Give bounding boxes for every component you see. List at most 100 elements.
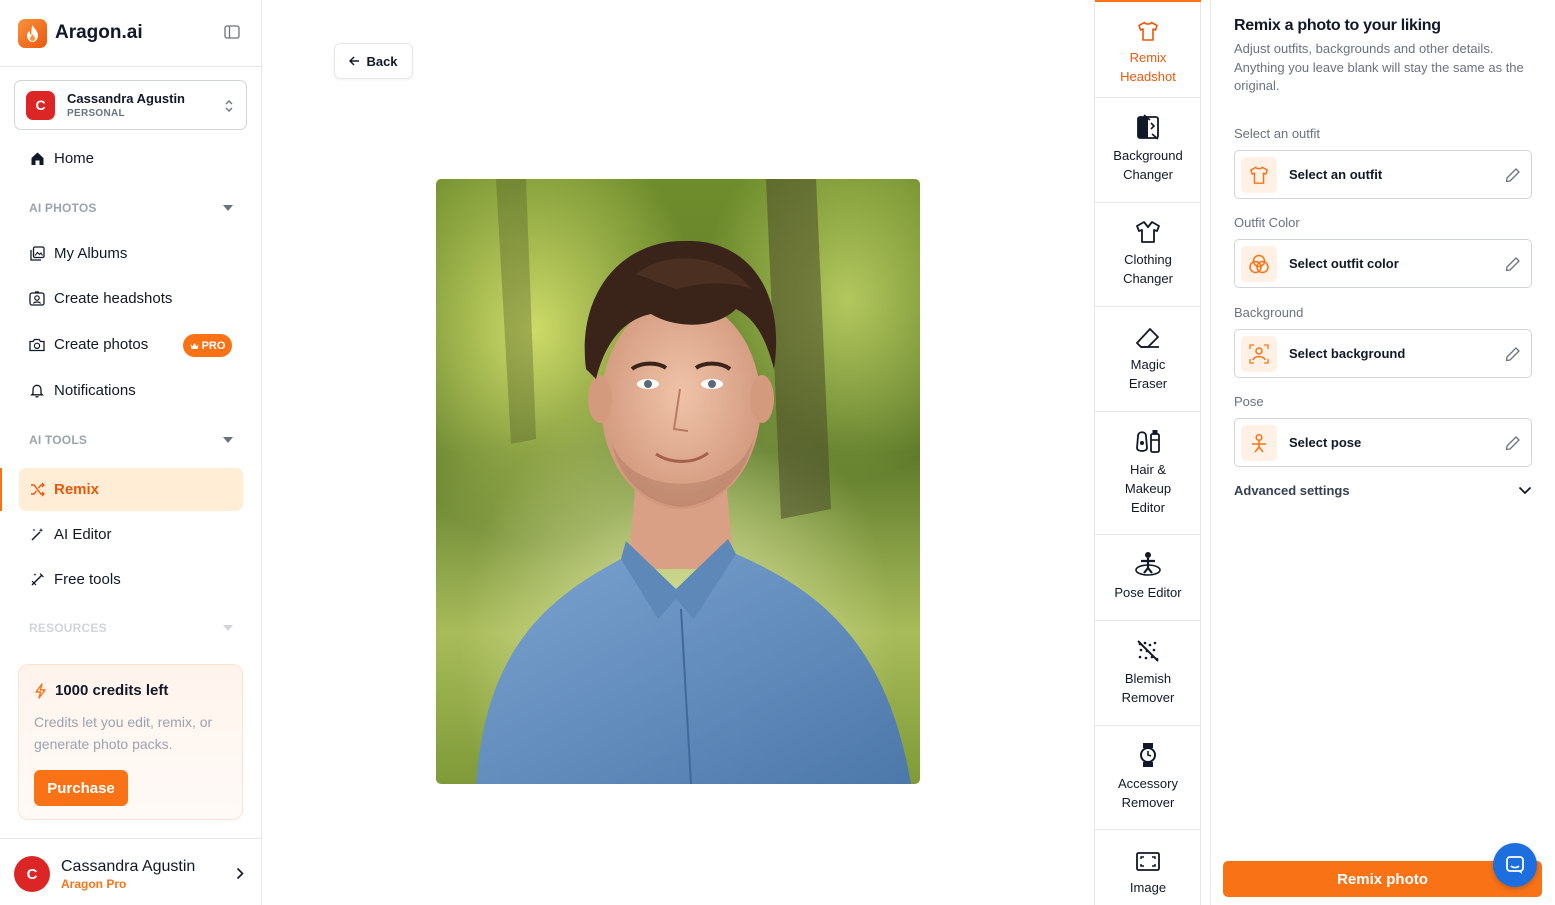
tool-hair-makeup-editor[interactable]: Hair & Makeup Editor bbox=[1095, 412, 1201, 535]
sidebar-item-label: Home bbox=[54, 149, 95, 167]
eraser-icon bbox=[1135, 323, 1161, 349]
pose-select[interactable]: Select pose bbox=[1234, 418, 1532, 467]
tools-icon bbox=[29, 571, 45, 587]
outfit-color-value: Select outfit color bbox=[1289, 256, 1399, 271]
tool-label: Editor bbox=[1131, 500, 1165, 515]
pro-badge: PRO bbox=[183, 334, 232, 357]
sidebar-item-label: Create headshots bbox=[54, 289, 173, 307]
sidebar-item-label: My Albums bbox=[54, 244, 128, 262]
sidebar-divider bbox=[0, 838, 261, 839]
image-expand-icon bbox=[1135, 846, 1161, 872]
sidebar-item-create-headshots[interactable]: Create headshots bbox=[19, 277, 243, 319]
background-label: Background bbox=[1234, 305, 1304, 320]
caret-down-icon bbox=[223, 205, 233, 211]
tool-blemish-remover[interactable]: Blemish Remover bbox=[1095, 621, 1201, 726]
sidebar-item-notifications[interactable]: Notifications bbox=[19, 369, 243, 411]
chevron-down-icon bbox=[1518, 486, 1532, 495]
tool-accessory-remover[interactable]: Accessory Remover bbox=[1095, 726, 1201, 830]
account-switcher[interactable]: C Cassandra Agustin PERSONAL bbox=[14, 80, 247, 130]
tool-remix-headshot[interactable]: Remix Headshot bbox=[1095, 0, 1201, 98]
tool-label: Eraser bbox=[1128, 376, 1168, 391]
brand-name: Aragon.ai bbox=[55, 22, 143, 43]
user-name: Cassandra Agustin bbox=[61, 857, 196, 875]
section-ai-tools[interactable]: AI TOOLS bbox=[29, 433, 233, 447]
section-label: AI TOOLS bbox=[29, 433, 88, 447]
panel-divider bbox=[1210, 0, 1211, 905]
tool-image-expand[interactable]: Image bbox=[1095, 830, 1201, 905]
active-indicator bbox=[0, 468, 2, 511]
advanced-settings-label: Advanced settings bbox=[1234, 483, 1350, 498]
tool-label: Changer bbox=[1123, 271, 1173, 286]
pose-value: Select pose bbox=[1289, 435, 1362, 450]
credits-description: Credits let you edit, remix, or generate… bbox=[34, 714, 213, 752]
tool-label: Accessory bbox=[1118, 776, 1178, 791]
tool-magic-eraser[interactable]: Magic Eraser bbox=[1095, 307, 1201, 412]
tool-label: Background bbox=[1113, 148, 1183, 163]
tool-label: Hair & bbox=[1129, 462, 1167, 477]
advanced-settings-toggle[interactable]: Advanced settings bbox=[1234, 483, 1532, 498]
account-avatar: C bbox=[26, 90, 55, 120]
pro-badge-label: PRO bbox=[201, 339, 226, 352]
sidebar-item-free-tools[interactable]: Free tools bbox=[19, 558, 243, 600]
pencil-icon bbox=[1505, 167, 1521, 188]
account-type: PERSONAL bbox=[67, 108, 125, 119]
home-icon bbox=[29, 150, 45, 166]
tool-pose-editor[interactable]: Pose Editor bbox=[1095, 535, 1201, 621]
shuffle-icon bbox=[29, 482, 45, 498]
background-person-icon bbox=[1241, 335, 1277, 372]
pose-icon bbox=[1134, 551, 1162, 577]
back-label: Back bbox=[366, 53, 398, 69]
sidebar-collapse-icon[interactable] bbox=[224, 25, 240, 39]
credits-card: 1000 credits left Credits let you edit, … bbox=[18, 664, 243, 820]
app-root: Aragon.ai C Cassandra Agustin PERSONAL H… bbox=[0, 0, 1555, 905]
pose-label: Pose bbox=[1234, 394, 1264, 409]
purchase-button[interactable]: Purchase bbox=[34, 770, 128, 806]
sidebar-item-my-albums[interactable]: My Albums bbox=[19, 232, 243, 274]
outfit-label: Select an outfit bbox=[1234, 126, 1320, 141]
clothing-icon bbox=[1135, 218, 1161, 244]
hair-makeup-icon bbox=[1134, 428, 1162, 454]
tool-label: Pose Editor bbox=[1114, 585, 1182, 600]
shirt-icon bbox=[1241, 156, 1277, 193]
watch-icon bbox=[1138, 742, 1158, 768]
sidebar-divider bbox=[0, 66, 261, 67]
chevron-right-icon bbox=[236, 867, 244, 885]
credits-title: 1000 credits left bbox=[34, 682, 168, 699]
user-menu[interactable]: C Cassandra Agustin Aragon Pro bbox=[14, 855, 254, 893]
tool-label: Clothing bbox=[1124, 252, 1172, 267]
blemish-icon bbox=[1135, 637, 1161, 663]
outfit-select[interactable]: Select an outfit bbox=[1234, 150, 1532, 199]
sidebar: Aragon.ai C Cassandra Agustin PERSONAL H… bbox=[0, 0, 262, 905]
tool-label: Magic bbox=[1130, 357, 1166, 372]
sidebar-item-remix[interactable]: Remix bbox=[19, 468, 243, 511]
sidebar-item-home[interactable]: Home bbox=[19, 137, 243, 179]
crown-icon bbox=[190, 342, 199, 349]
background-value: Select background bbox=[1289, 346, 1406, 361]
back-button[interactable]: Back bbox=[334, 43, 413, 79]
sidebar-item-label: Remix bbox=[54, 481, 100, 498]
sidebar-item-ai-editor[interactable]: AI Editor bbox=[19, 513, 243, 555]
user-plan: Aragon Pro bbox=[61, 876, 127, 891]
tool-label: Makeup bbox=[1124, 481, 1172, 496]
section-label: RESOURCES bbox=[29, 621, 107, 635]
tool-label: Changer bbox=[1123, 167, 1173, 182]
shirt-icon bbox=[1137, 16, 1159, 42]
arrow-left-icon bbox=[349, 56, 360, 66]
section-resources[interactable]: RESOURCES bbox=[29, 621, 233, 635]
background-swap-icon bbox=[1136, 114, 1160, 140]
tool-background-changer[interactable]: Background Changer bbox=[1095, 98, 1201, 203]
tools-column: Remix Headshot Background Changer Clothi… bbox=[1094, 0, 1201, 905]
background-select[interactable]: Select background bbox=[1234, 329, 1532, 378]
sidebar-item-label: AI Editor bbox=[54, 525, 112, 543]
brand[interactable]: Aragon.ai bbox=[18, 18, 143, 48]
outfit-color-select[interactable]: Select outfit color bbox=[1234, 239, 1532, 288]
tool-clothing-changer[interactable]: Clothing Changer bbox=[1095, 203, 1201, 307]
caret-down-icon bbox=[223, 625, 233, 631]
albums-icon bbox=[29, 245, 45, 261]
section-ai-photos[interactable]: AI PHOTOS bbox=[29, 201, 233, 215]
magic-wand-icon bbox=[29, 526, 45, 542]
chat-icon[interactable] bbox=[1493, 843, 1537, 887]
sidebar-item-label: Create photos bbox=[54, 335, 149, 353]
color-palette-icon bbox=[1241, 245, 1277, 282]
pencil-icon bbox=[1505, 435, 1521, 456]
